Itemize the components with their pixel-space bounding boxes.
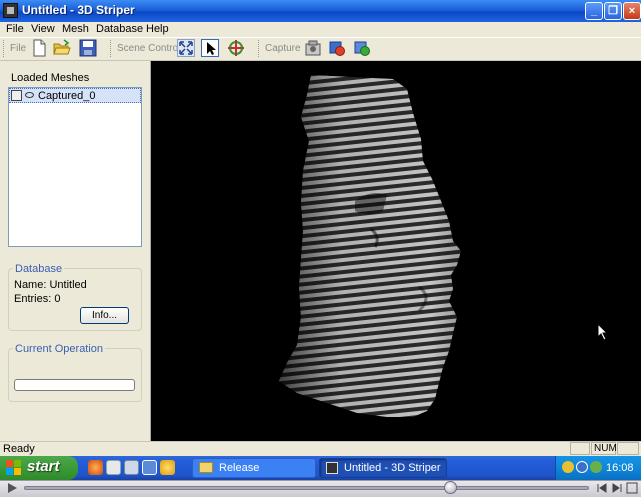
capture-blue-icon[interactable] [328,39,346,57]
toolbar-file-label: File [10,43,27,54]
seek-track[interactable] [24,486,589,490]
mesh-list[interactable] [8,87,142,247]
pointer-icon[interactable] [201,39,219,57]
messenger-icon[interactable] [160,460,175,475]
num-lock-indicator: NUM [594,443,617,454]
current-operation-group [8,348,142,402]
windows-logo-icon[interactable] [6,460,22,476]
taskbar-item-label: Release [219,462,260,474]
eye-icon[interactable] [25,92,34,98]
expand-icon[interactable] [626,482,638,494]
new-file-icon[interactable] [30,39,48,57]
start-label[interactable]: start [27,458,60,475]
mesh-label: Captured_0 [38,90,96,102]
window-title: Untitled - 3D Striper [22,3,135,17]
previous-icon[interactable] [596,482,608,494]
menu-mesh[interactable]: Mesh [62,23,89,35]
quicklaunch-app-icon[interactable] [106,460,121,475]
menu-view[interactable]: View [31,23,55,35]
tray-network-icon[interactable] [562,461,574,473]
app-icon [326,462,338,474]
menu-database[interactable]: Database [96,23,143,35]
show-desktop-icon[interactable] [124,460,139,475]
3d-viewport[interactable] [151,61,641,441]
close-button[interactable]: × [623,2,641,20]
taskbar-item-release[interactable]: Release [192,458,316,478]
status-text: Ready [3,443,35,455]
clock[interactable]: 16:08 [606,462,634,474]
menu-help[interactable]: Help [146,23,169,35]
fit-view-icon[interactable] [177,39,195,57]
minimize-button[interactable]: _ [585,2,603,20]
bluetooth-icon[interactable] [576,461,588,473]
taskbar-item-3d-striper[interactable]: Untitled - 3D Striper [319,458,447,478]
menu-file[interactable]: File [6,23,24,35]
status-panel [617,442,639,455]
face-mesh-render[interactable] [151,61,641,441]
taskbar-item-label: Untitled - 3D Striper [344,462,441,474]
play-icon[interactable] [6,482,18,494]
mesh-image-icon[interactable] [11,90,22,101]
status-panel [570,442,590,455]
next-icon[interactable] [611,482,623,494]
firefox-icon[interactable] [88,460,103,475]
media-player-icon[interactable] [142,460,157,475]
capture-green-icon[interactable] [353,39,371,57]
rotate-icon[interactable] [227,39,245,57]
save-icon[interactable] [79,39,97,57]
database-group-title: Database [13,263,65,275]
maximize-button[interactable]: ❐ [604,2,622,20]
tray-security-icon[interactable] [590,461,602,473]
status-bar [0,441,641,456]
toolbar-grip[interactable] [110,40,114,57]
seek-thumb[interactable] [444,481,457,494]
toolbar-grip[interactable] [258,40,262,57]
open-folder-icon[interactable] [53,39,71,57]
toolbar-scene-label: Scene Control [117,43,181,54]
info-button[interactable]: Info... [80,307,129,324]
toolbar-capture-label: Capture [265,43,301,54]
toolbar-grip[interactable] [3,40,7,57]
current-operation-title: Current Operation [13,343,106,355]
loaded-meshes-title: Loaded Meshes [11,72,90,84]
folder-icon [199,462,213,473]
database-entries: Entries: 0 [14,293,61,305]
database-name: Name: Untitled [14,279,87,291]
camera-icon[interactable] [304,39,322,57]
app-icon[interactable] [3,3,18,18]
operation-progress-bar [14,379,135,391]
mouse-cursor-icon [597,322,609,344]
